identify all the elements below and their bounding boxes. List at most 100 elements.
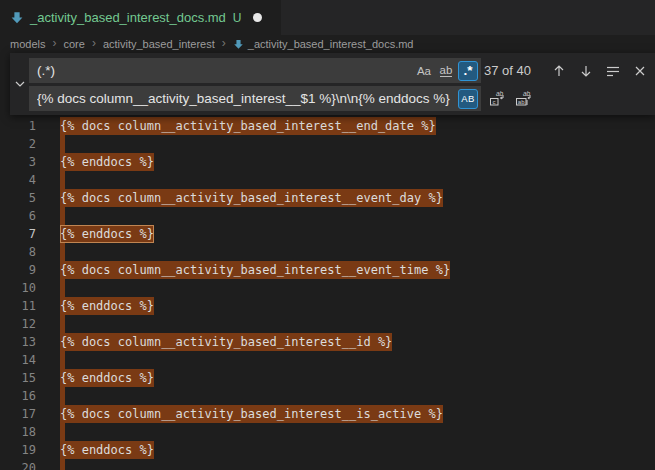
find-match <box>60 243 65 261</box>
svg-text:ab: ab <box>518 99 525 105</box>
line-text <box>60 423 65 441</box>
find-match: {% docs column__activity_based_interest_… <box>60 333 392 351</box>
replace-button[interactable]: ab c <box>489 90 506 107</box>
line-number: 5 <box>0 189 36 207</box>
line-number: 4 <box>0 171 36 189</box>
find-match <box>60 387 65 405</box>
line-text: {% docs column__activity_based_interest_… <box>60 261 450 279</box>
svg-text:ab: ab <box>496 90 504 97</box>
modified-indicator-dot[interactable] <box>253 13 262 22</box>
find-match <box>60 207 65 225</box>
line-text: {% docs column__activity_based_interest_… <box>60 405 443 423</box>
editor-line-1[interactable]: 1{% docs column__activity_based_interest… <box>0 117 655 135</box>
find-in-selection-button[interactable] <box>605 63 621 79</box>
line-number: 3 <box>0 153 36 171</box>
editor-line-12[interactable]: 12 <box>0 315 655 333</box>
find-match: {% docs column__activity_based_interest_… <box>60 117 436 135</box>
find-match <box>60 459 65 470</box>
line-text: {% docs column__activity_based_interest_… <box>60 333 392 351</box>
editor-line-20[interactable]: 20 <box>0 459 655 470</box>
find-match: {% enddocs %} <box>60 297 154 315</box>
line-number: 6 <box>0 207 36 225</box>
editor-line-2[interactable]: 2 <box>0 135 655 153</box>
editor-line-18[interactable]: 18 <box>0 423 655 441</box>
find-match <box>60 135 65 153</box>
editor-line-6[interactable]: 6 <box>0 207 655 225</box>
editor-line-8[interactable]: 8 <box>0 243 655 261</box>
line-number: 17 <box>0 405 36 423</box>
find-match <box>60 423 65 441</box>
editor-line-14[interactable]: 14 <box>0 351 655 369</box>
breadcrumb-item-file[interactable]: _activity_based_interest_docs.md <box>248 38 414 50</box>
editor-line-3[interactable]: 3 {% enddocs %} <box>0 153 655 171</box>
find-match: {% enddocs %} <box>60 153 154 171</box>
next-match-button[interactable] <box>578 63 594 79</box>
svg-text:ab: ab <box>523 90 531 97</box>
close-icon[interactable] <box>632 63 648 79</box>
markdown-file-icon <box>233 39 244 50</box>
line-number: 19 <box>0 441 36 459</box>
line-number: 10 <box>0 279 36 297</box>
find-match: {% enddocs %} <box>60 369 154 387</box>
editor-line-5[interactable]: 5 {% docs column__activity_based_interest… <box>0 189 655 207</box>
editor[interactable]: 1{% docs column__activity_based_interest… <box>0 117 655 470</box>
find-match <box>60 279 65 297</box>
editor-line-16[interactable]: 16 <box>0 387 655 405</box>
find-input[interactable]: (.*) Aa ab .* <box>29 58 481 83</box>
editor-line-11[interactable]: 11{% enddocs %} <box>0 297 655 315</box>
line-text: {% enddocs %} <box>60 441 154 459</box>
previous-match-button[interactable] <box>551 63 567 79</box>
chevron-right-icon: › <box>222 36 226 50</box>
line-number: 15 <box>0 369 36 387</box>
whole-word-toggle[interactable]: ab <box>436 61 456 81</box>
line-text: {% docs column__activity_based_interest_… <box>60 117 436 135</box>
breadcrumb-item-folder[interactable]: activity_based_interest <box>103 38 215 50</box>
editor-line-13[interactable]: 13{% docs column__activity_based_interes… <box>0 333 655 351</box>
line-text: {% enddocs %} <box>60 297 154 315</box>
breadcrumb-item-models[interactable]: models <box>10 38 45 50</box>
replace-all-button[interactable]: ab ab <box>515 90 532 107</box>
line-text: {% docs column__activity_based_interest_… <box>60 189 443 207</box>
editor-line-4[interactable]: 4 <box>0 171 655 189</box>
regex-toggle[interactable]: .* <box>458 61 478 81</box>
line-text <box>60 135 65 153</box>
collapse-chevron-icon[interactable] <box>13 77 27 91</box>
editor-line-9[interactable]: 9{% docs column__activity_based_interest… <box>0 261 655 279</box>
find-match: {% docs column__activity_based_interest_… <box>60 405 443 423</box>
find-match: {% docs column__activity_based_interest_… <box>60 189 443 207</box>
find-replace-widget: (.*) Aa ab .* 37 of 40 <box>10 53 655 115</box>
editor-line-15[interactable]: 15 {% enddocs %} <box>0 369 655 387</box>
find-match: {% enddocs %} <box>60 441 154 459</box>
git-status-badge: U <box>233 11 242 25</box>
line-text <box>60 459 65 470</box>
line-number: 18 <box>0 423 36 441</box>
line-number: 8 <box>0 243 36 261</box>
current-find-match: {% enddocs %} <box>60 225 154 243</box>
replace-input[interactable]: {% docs column__activity_based_interest_… <box>29 86 481 111</box>
editor-line-17[interactable]: 17 {% docs column__activity_based_interes… <box>0 405 655 423</box>
preserve-case-toggle[interactable]: AB <box>458 89 478 109</box>
find-input-value: (.*) <box>37 63 412 78</box>
line-number: 14 <box>0 351 36 369</box>
line-number: 16 <box>0 387 36 405</box>
line-number: 7 <box>0 225 36 243</box>
line-text <box>60 243 65 261</box>
line-text <box>60 315 65 333</box>
editor-line-10[interactable]: 10 <box>0 279 655 297</box>
chevron-right-icon: › <box>52 36 56 50</box>
line-text <box>60 207 65 225</box>
svg-text:c: c <box>493 99 496 105</box>
find-match <box>60 315 65 333</box>
line-text: {% enddocs %} <box>60 369 154 387</box>
line-text: {% enddocs %} <box>60 225 154 243</box>
chevron-right-icon: › <box>92 36 96 50</box>
find-match <box>60 171 65 189</box>
breadcrumb-item-core[interactable]: core <box>63 38 84 50</box>
editor-line-7[interactable]: 7 {% enddocs %} <box>0 225 655 243</box>
match-case-toggle[interactable]: Aa <box>414 61 434 81</box>
editor-line-19[interactable]: 19 {% enddocs %} <box>0 441 655 459</box>
line-number: 12 <box>0 315 36 333</box>
find-match <box>60 351 65 369</box>
tab-active[interactable]: _activity_based_interest_docs.md U <box>0 0 281 35</box>
tab-filename: _activity_based_interest_docs.md <box>30 10 226 25</box>
